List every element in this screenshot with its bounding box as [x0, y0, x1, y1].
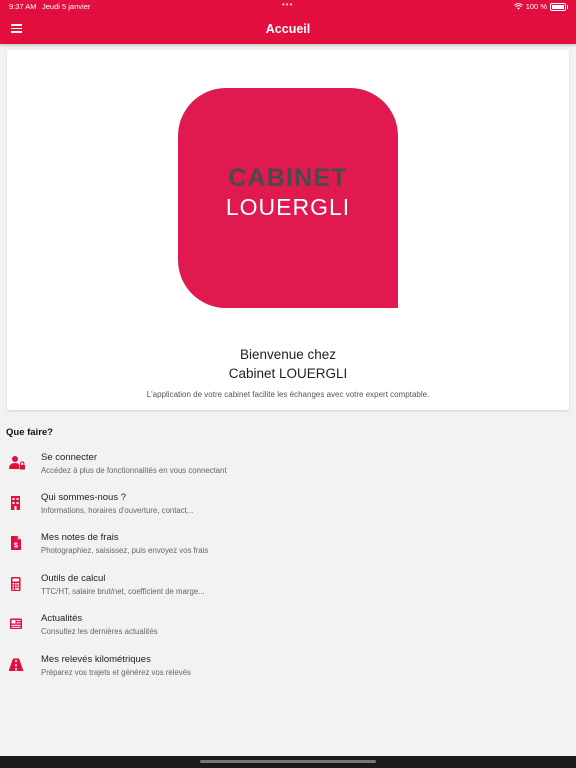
menu-item-subtitle: Photographiez, saisissez, puis envoyez v…: [41, 546, 209, 555]
menu-item-title: Qui sommes-nous ?: [41, 492, 127, 503]
welcome-heading: Bienvenue chez Cabinet LOUERGLI: [7, 345, 569, 383]
section-title: Que faire?: [6, 427, 53, 438]
menu-item-notes-de-frais[interactable]: $ Mes notes de frais Photographiez, sais…: [0, 532, 576, 568]
menu-item-title: Actualités: [41, 613, 83, 624]
menu-item-subtitle: Consultez les dernières actualités: [41, 627, 158, 636]
building-icon: [11, 496, 20, 510]
wifi-icon: [513, 3, 523, 10]
user-lock-icon: [9, 456, 25, 470]
menu-item-title: Se connecter: [41, 452, 97, 463]
welcome-card: CABINET LOUERGLI Bienvenue chez Cabinet …: [7, 50, 569, 410]
newspaper-icon: [10, 618, 22, 629]
welcome-subtitle: L'application de votre cabinet facilite …: [146, 390, 430, 399]
menu-item-title: Mes relevés kilométriques: [41, 654, 151, 665]
menu-item-qui-sommes-nous[interactable]: Qui sommes-nous ? Informations, horaires…: [0, 492, 576, 528]
cabinet-logo: CABINET LOUERGLI: [178, 88, 398, 308]
page-title: Accueil: [265, 22, 311, 36]
menu-item-subtitle: TTC/HT, salaire brut/net, coefficient de…: [41, 587, 205, 596]
menu-item-title: Mes notes de frais: [41, 532, 119, 543]
menu-item-subtitle: Accédez à plus de fonctionnalités en vou…: [41, 466, 227, 475]
menu-item-subtitle: Préparez vos trajets et générez vos rele…: [41, 668, 191, 677]
menu-item-title: Outils de calcul: [41, 573, 106, 584]
menu-item-actualites[interactable]: Actualités Consultez les dernières actua…: [0, 613, 576, 649]
road-icon: [9, 658, 24, 671]
menu-item-subtitle: Informations, horaires d'ouverture, cont…: [41, 506, 194, 515]
logo-line-2: LOUERGLI: [225, 194, 351, 220]
battery-percent: 100 %: [525, 2, 547, 11]
logo-line-1: CABINET: [228, 164, 348, 192]
status-date: Jeudi 5 janvier: [42, 2, 91, 11]
welcome-line-2: Cabinet LOUERGLI: [228, 366, 348, 381]
home-indicator[interactable]: [200, 760, 376, 763]
top-navbar: Accueil: [0, 14, 576, 44]
multitasking-dots-icon[interactable]: •••: [282, 0, 293, 9]
menu-item-releves-kilometriques[interactable]: Mes relevés kilométriques Préparez vos t…: [0, 654, 576, 690]
menu-item-se-connecter[interactable]: Se connecter Accédez à plus de fonctionn…: [0, 452, 576, 488]
welcome-line-1: Bienvenue chez: [239, 347, 337, 362]
battery-icon: [550, 2, 568, 11]
receipt-icon: $: [11, 536, 21, 550]
calculator-icon: [11, 577, 21, 591]
home-indicator-bar: [0, 756, 576, 768]
status-time: 9:37 AM: [9, 2, 37, 11]
menu-item-outils-de-calcul[interactable]: Outils de calcul TTC/HT, salaire brut/ne…: [0, 573, 576, 609]
status-bar: 9:37 AM Jeudi 5 janvier ••• 100 %: [0, 0, 576, 14]
